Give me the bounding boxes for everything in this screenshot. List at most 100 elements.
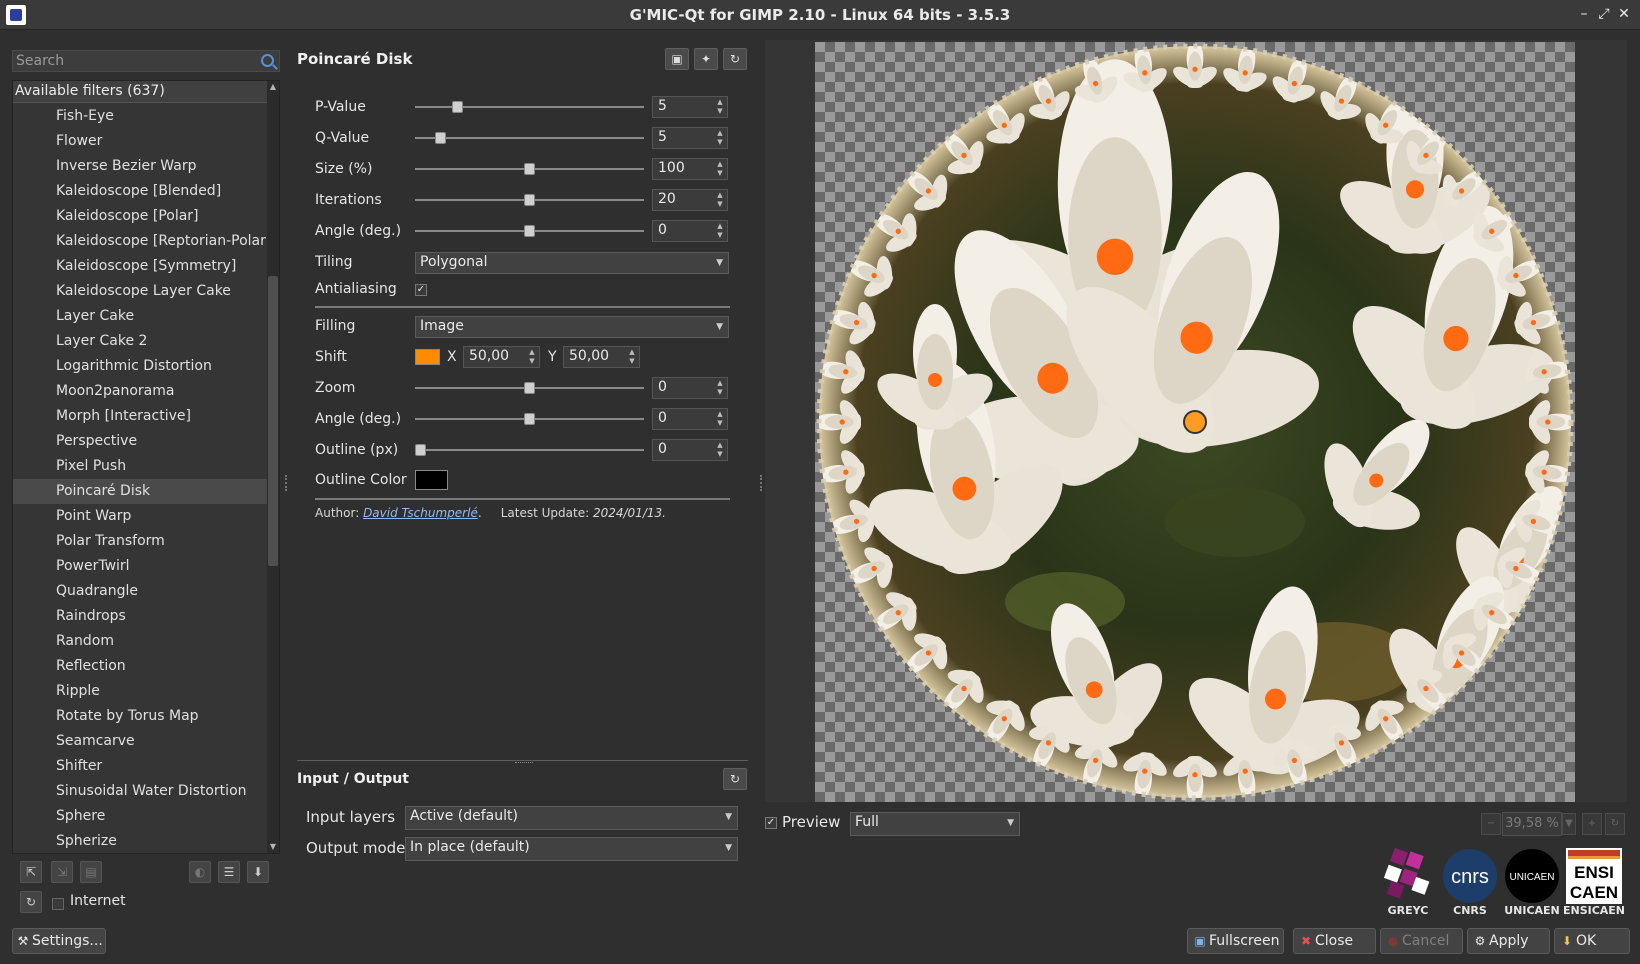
q-value-spinbox[interactable]: 5 ▲ ▼ bbox=[652, 127, 728, 149]
iterations-slider[interactable] bbox=[415, 194, 644, 206]
filter-item[interactable]: Kaleidoscope Layer Cake bbox=[13, 279, 268, 304]
scroll-thumb[interactable] bbox=[268, 276, 278, 566]
zoom-slider-handle[interactable] bbox=[524, 382, 535, 394]
filter-item[interactable]: Kaleidoscope [Polar] bbox=[13, 204, 268, 229]
spin-up-icon[interactable]: ▲ bbox=[715, 379, 725, 388]
unicaen-logo[interactable]: UNICAEN bbox=[1504, 848, 1560, 904]
scroll-down-icon[interactable]: ▼ bbox=[267, 841, 279, 853]
filter-item[interactable]: Kaleidoscope [Symmetry] bbox=[13, 254, 268, 279]
preview-checkbox[interactable]: ✓ bbox=[765, 817, 777, 829]
spin-down-icon[interactable]: ▼ bbox=[715, 419, 725, 428]
io-splitter-grip[interactable] bbox=[515, 762, 533, 765]
apply-button[interactable]: ⚙ Apply bbox=[1467, 928, 1550, 954]
zoom-spinbox[interactable]: 0 ▲ ▼ bbox=[652, 377, 728, 399]
filter-item[interactable]: Raindrops bbox=[13, 604, 268, 629]
spin-up-icon[interactable]: ▲ bbox=[715, 129, 725, 138]
filter-item[interactable]: Rotate by Torus Map bbox=[13, 704, 268, 729]
q-value-slider[interactable] bbox=[415, 132, 644, 144]
spin-down-icon[interactable]: ▼ bbox=[715, 450, 725, 459]
filter-item[interactable]: Layer Cake 2 bbox=[13, 329, 268, 354]
spin-down-icon[interactable]: ▼ bbox=[527, 357, 537, 366]
filter-item[interactable]: Flower bbox=[13, 129, 268, 154]
cnrs-logo[interactable]: cnrs bbox=[1442, 848, 1498, 904]
angle-spinbox[interactable]: 0 ▲ ▼ bbox=[652, 220, 728, 242]
close-button[interactable]: ✖ Close bbox=[1293, 928, 1376, 954]
spin-down-icon[interactable]: ▼ bbox=[715, 107, 725, 116]
author-link[interactable]: David Tschumperlé bbox=[363, 506, 478, 520]
copy-command-icon[interactable]: ▣ bbox=[665, 48, 689, 70]
fullscreen-button[interactable]: ▣ Fullscreen bbox=[1187, 928, 1284, 954]
refresh-filters-icon[interactable]: ↻ bbox=[20, 891, 42, 913]
filter-item[interactable]: Fish-Eye bbox=[13, 104, 268, 129]
remove-fave-button[interactable]: ⇲ bbox=[51, 861, 73, 883]
ok-button[interactable]: ⬇ OK bbox=[1554, 928, 1630, 954]
reset-params-icon[interactable]: ↻ bbox=[723, 48, 747, 70]
spin-down-icon[interactable]: ▼ bbox=[715, 388, 725, 397]
filter-item[interactable]: Logarithmic Distortion bbox=[13, 354, 268, 379]
filling-select[interactable]: Image ▼ bbox=[415, 316, 729, 338]
filter-item[interactable]: Ripple bbox=[13, 679, 268, 704]
filter-item[interactable]: Perspective bbox=[13, 429, 268, 454]
filter-item[interactable]: Inverse Bezier Warp bbox=[13, 154, 268, 179]
preview-image[interactable] bbox=[815, 42, 1575, 802]
ensicaen-logo[interactable]: ENSI CAEN bbox=[1566, 848, 1622, 904]
zoom-reset-icon[interactable]: ↻ bbox=[1605, 813, 1625, 835]
antialiasing-checkbox[interactable]: ✓ bbox=[415, 284, 427, 296]
reset-io-icon[interactable]: ↻ bbox=[723, 768, 747, 790]
spin-down-icon[interactable]: ▼ bbox=[715, 169, 725, 178]
filter-item[interactable]: Quadrangle bbox=[13, 579, 268, 604]
zoom-dropdown-icon[interactable]: ▼ bbox=[1562, 813, 1576, 835]
filter-item[interactable]: Poincaré Disk bbox=[13, 479, 268, 504]
q-value-slider-handle[interactable] bbox=[434, 132, 446, 144]
close-window-icon[interactable]: ✕ bbox=[1615, 5, 1633, 23]
minimize-icon[interactable]: – bbox=[1575, 5, 1593, 23]
filter-list-header[interactable]: Available filters (637) bbox=[13, 81, 268, 103]
spin-up-icon[interactable]: ▲ bbox=[527, 348, 537, 357]
angle2-spinbox[interactable]: 0 ▲ ▼ bbox=[652, 408, 728, 430]
filter-item[interactable]: Morph [Interactive] bbox=[13, 404, 268, 429]
tiling-select[interactable]: Polygonal ▼ bbox=[415, 252, 729, 274]
maximize-icon[interactable]: ⤢ bbox=[1595, 5, 1613, 23]
iterations-slider-handle[interactable] bbox=[524, 194, 535, 206]
shift-y-spinbox[interactable]: 50,00 ▲ ▼ bbox=[563, 346, 640, 368]
filter-item[interactable]: Sinusoidal Water Distortion bbox=[13, 779, 268, 804]
filter-item[interactable]: Seamcarve bbox=[13, 729, 268, 754]
filter-item[interactable]: Sphere bbox=[13, 804, 268, 829]
filter-list-scrollbar[interactable]: ▲ ▼ bbox=[267, 81, 279, 853]
spin-up-icon[interactable]: ▲ bbox=[715, 191, 725, 200]
p-value-slider[interactable] bbox=[415, 101, 644, 113]
visibility-icon[interactable]: ◐ bbox=[189, 861, 211, 883]
spin-up-icon[interactable]: ▲ bbox=[715, 410, 725, 419]
size-slider-handle[interactable] bbox=[524, 163, 535, 175]
greyc-logo[interactable] bbox=[1380, 848, 1436, 904]
list-view-icon[interactable]: ☰ bbox=[218, 861, 240, 883]
filter-item[interactable]: Spherize bbox=[13, 829, 268, 853]
spin-down-icon[interactable]: ▼ bbox=[715, 138, 725, 147]
rename-fave-button[interactable]: ▤ bbox=[80, 861, 102, 883]
p-value-spinbox[interactable]: 5 ▲ ▼ bbox=[652, 96, 728, 118]
filter-item[interactable]: Pixel Push bbox=[13, 454, 268, 479]
zoom-level[interactable]: 39,58 % bbox=[1502, 812, 1562, 836]
filter-item[interactable]: Kaleidoscope [Blended] bbox=[13, 179, 268, 204]
internet-checkbox[interactable] bbox=[52, 898, 64, 910]
spin-up-icon[interactable]: ▲ bbox=[715, 98, 725, 107]
angle2-slider[interactable] bbox=[415, 413, 644, 425]
spin-up-icon[interactable]: ▲ bbox=[715, 160, 725, 169]
filter-item[interactable]: Reflection bbox=[13, 654, 268, 679]
preview-mode-select[interactable]: Full ▼ bbox=[850, 812, 1020, 836]
input-layers-select[interactable]: Active (default) ▼ bbox=[405, 806, 738, 830]
zoom-out-icon[interactable]: − bbox=[1481, 813, 1501, 835]
filter-item[interactable]: Kaleidoscope [Reptorian-Polar] bbox=[13, 229, 271, 254]
zoom-slider[interactable] bbox=[415, 382, 644, 394]
filter-item[interactable]: Random bbox=[13, 629, 268, 654]
angle2-slider-handle[interactable] bbox=[524, 413, 535, 425]
spin-down-icon[interactable]: ▼ bbox=[715, 231, 725, 240]
outline-color-swatch[interactable] bbox=[415, 470, 448, 490]
spin-up-icon[interactable]: ▲ bbox=[715, 441, 725, 450]
angle-slider-handle[interactable] bbox=[524, 225, 535, 237]
spin-down-icon[interactable]: ▼ bbox=[715, 200, 725, 209]
size-spinbox[interactable]: 100 ▲ ▼ bbox=[652, 158, 728, 180]
zoom-in-icon[interactable]: + bbox=[1582, 813, 1602, 835]
shift-control-point[interactable] bbox=[1183, 410, 1207, 434]
iterations-spinbox[interactable]: 20 ▲ ▼ bbox=[652, 189, 728, 211]
